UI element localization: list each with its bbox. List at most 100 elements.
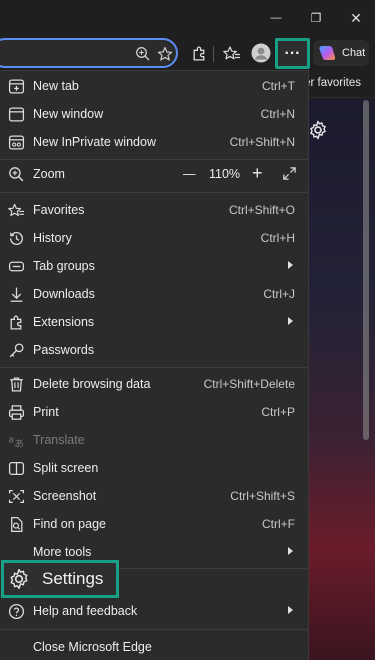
- menu-separator: [0, 629, 309, 630]
- trash-icon: [10, 377, 23, 392]
- inprivate-icon: [8, 135, 25, 150]
- menu-item-translate[interactable]: aあ Translate: [0, 426, 309, 454]
- submenu-arrow-icon: [288, 606, 293, 614]
- menu-separator: [0, 367, 309, 368]
- download-icon: [10, 287, 23, 302]
- favorites-button[interactable]: [219, 40, 245, 66]
- minimize-button[interactable]: —: [262, 6, 290, 30]
- history-icon: [10, 232, 23, 245]
- copilot-chat-button[interactable]: Chat: [313, 40, 369, 66]
- menu-separator: [0, 192, 309, 193]
- puzzle-icon: [10, 315, 22, 330]
- menu-item-screenshot[interactable]: Screenshot Ctrl+Shift+S: [0, 482, 309, 510]
- new-tab-label: New tab: [33, 79, 79, 93]
- screenshot-label: Screenshot: [33, 489, 97, 503]
- new-tab-shortcut: Ctrl+T: [262, 79, 295, 93]
- key-icon: [9, 343, 24, 358]
- menu-item-history[interactable]: History Ctrl+H: [0, 224, 309, 252]
- submenu-arrow-icon: [288, 547, 293, 555]
- zoom-level-value: 110%: [209, 167, 241, 181]
- copilot-icon: [319, 46, 336, 60]
- downloads-shortcut: Ctrl+J: [263, 287, 295, 301]
- more-tools-label: More tools: [33, 545, 92, 559]
- gear-icon: [10, 568, 28, 590]
- close-icon: ✕: [350, 9, 362, 26]
- zoom-out-button[interactable]: —: [183, 167, 196, 195]
- puzzle-icon: [193, 46, 204, 61]
- profile-button[interactable]: [248, 40, 274, 66]
- fullscreen-icon[interactable]: [282, 166, 297, 181]
- menu-item-split-screen[interactable]: Split screen: [0, 454, 309, 482]
- menu-item-favorites[interactable]: Favorites Ctrl+Shift+O: [0, 196, 309, 224]
- menu-item-tab-groups[interactable]: Tab groups: [0, 252, 309, 280]
- settings-label: Settings: [42, 569, 104, 588]
- toolbar-divider: [213, 46, 214, 62]
- menu-item-downloads[interactable]: Downloads Ctrl+J: [0, 280, 309, 308]
- print-label: Print: [33, 405, 59, 419]
- favorites-icon: [223, 45, 240, 59]
- favorites-label: Favorites: [33, 203, 85, 217]
- find-on-page-shortcut: Ctrl+F: [262, 517, 295, 531]
- new-inprivate-label: New InPrivate window: [33, 135, 156, 149]
- menu-item-close-microsoft-edge[interactable]: Close Microsoft Edge: [0, 633, 309, 660]
- svg-text:あ: あ: [14, 439, 24, 449]
- restore-icon: ❐: [310, 11, 322, 25]
- menu-item-print[interactable]: Print Ctrl+P: [0, 398, 309, 426]
- screenshot-icon: [8, 490, 25, 503]
- menu-item-find-on-page[interactable]: Find on page Ctrl+F: [0, 510, 309, 538]
- print-shortcut: Ctrl+P: [261, 405, 295, 419]
- submenu-arrow-icon: [288, 261, 293, 269]
- chat-label: Chat: [342, 47, 366, 59]
- zoom-in-button[interactable]: +: [252, 163, 263, 191]
- menu-item-new-tab[interactable]: New tab Ctrl+T: [0, 72, 309, 100]
- new-window-icon: [8, 107, 25, 122]
- close-window-button[interactable]: ✕: [342, 6, 370, 30]
- print-icon: [8, 405, 25, 420]
- downloads-label: Downloads: [33, 287, 95, 301]
- page-settings-gear-icon[interactable]: [308, 120, 328, 140]
- extensions-button[interactable]: [186, 40, 212, 66]
- history-label: History: [33, 231, 72, 245]
- menu-item-delete-browsing-data[interactable]: Delete browsing data Ctrl+Shift+Delete: [0, 370, 309, 398]
- menu-item-extensions[interactable]: Extensions: [0, 308, 309, 336]
- new-tab-icon: [8, 79, 25, 94]
- menu-item-zoom: Zoom — 110% +: [0, 160, 309, 188]
- minimize-icon: —: [270, 12, 282, 24]
- help-label: Help and feedback: [33, 604, 138, 618]
- delete-browsing-data-shortcut: Ctrl+Shift+Delete: [203, 377, 295, 391]
- new-inprivate-shortcut: Ctrl+Shift+N: [229, 135, 295, 149]
- other-favorites-link[interactable]: er favorites: [304, 77, 361, 89]
- split-screen-icon: [8, 462, 25, 475]
- history-shortcut: Ctrl+H: [260, 231, 295, 245]
- split-screen-label: Split screen: [33, 461, 99, 475]
- menu-item-passwords[interactable]: Passwords: [0, 336, 309, 364]
- title-bar: — ❐ ✕: [0, 0, 375, 36]
- new-window-label: New window: [33, 107, 104, 121]
- close-edge-label: Close Microsoft Edge: [33, 640, 152, 654]
- favorites-shortcut: Ctrl+Shift+O: [228, 203, 295, 217]
- zoom-icon: [9, 167, 24, 182]
- tab-groups-icon: [8, 261, 25, 272]
- delete-browsing-data-label: Delete browsing data: [33, 377, 151, 391]
- settings-and-more-button[interactable]: ···: [275, 38, 310, 69]
- find-on-page-icon: [11, 516, 23, 533]
- help-icon: [8, 603, 25, 620]
- tab-groups-label: Tab groups: [33, 259, 95, 273]
- translate-label: Translate: [33, 433, 85, 447]
- screenshot-shortcut: Ctrl+Shift+S: [230, 489, 295, 503]
- new-window-shortcut: Ctrl+N: [260, 107, 295, 121]
- find-on-page-label: Find on page: [33, 517, 106, 531]
- favorites-icon: [8, 203, 25, 217]
- extensions-label: Extensions: [33, 315, 95, 329]
- translate-icon: aあ: [9, 435, 24, 449]
- submenu-arrow-icon: [288, 317, 293, 325]
- page-scrollbar[interactable]: [363, 100, 369, 440]
- restore-button[interactable]: ❐: [302, 6, 330, 30]
- menu-item-new-inprivate[interactable]: New InPrivate window Ctrl+Shift+N: [0, 128, 309, 156]
- address-bar[interactable]: [0, 38, 178, 68]
- add-favorite-star-icon[interactable]: [152, 41, 178, 67]
- menu-item-new-window[interactable]: New window Ctrl+N: [0, 100, 309, 128]
- menu-item-help-and-feedback[interactable]: Help and feedback: [0, 597, 309, 625]
- more-icon: ···: [284, 44, 301, 62]
- avatar: [251, 43, 271, 63]
